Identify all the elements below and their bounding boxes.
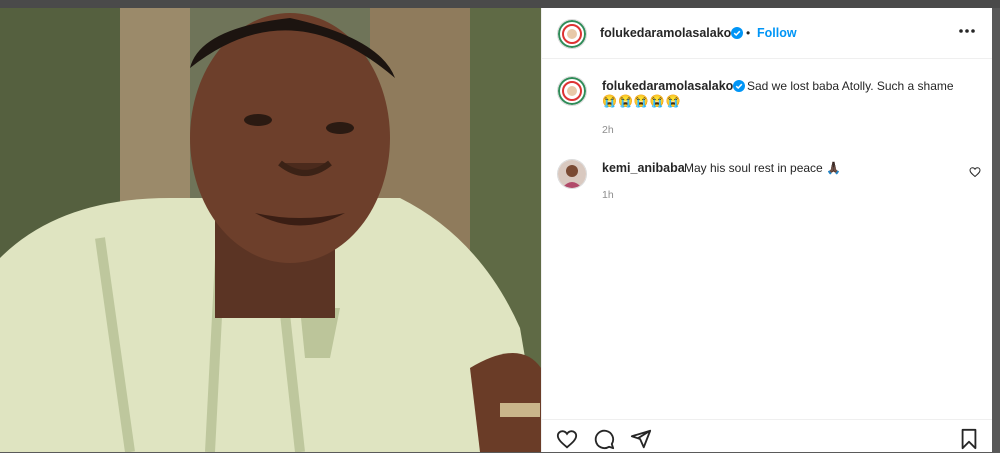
caption-username[interactable]: folukedaramolasalako [602, 79, 733, 93]
comment-username[interactable]: kemi_anibaba [602, 161, 685, 175]
post-image [0, 8, 541, 452]
heart-icon[interactable] [556, 428, 578, 450]
action-bar [542, 419, 993, 453]
backdrop-gutter [992, 8, 1000, 452]
backdrop [0, 0, 1000, 8]
verified-badge-icon [733, 80, 745, 92]
header-separator: • [746, 26, 751, 40]
post-photo[interactable] [0, 8, 541, 452]
comment-like-icon[interactable] [969, 166, 981, 178]
comment-icon[interactable] [593, 428, 615, 450]
comment-text: May his soul rest in peace 🙏🏿 [684, 161, 842, 175]
caption-avatar[interactable] [557, 76, 587, 106]
comment-time[interactable]: 1h [602, 189, 614, 201]
post-panel: folukedaramolasalako • Follow folukedara… [541, 8, 993, 452]
commenter-avatar[interactable] [557, 159, 587, 189]
bookmark-icon[interactable] [958, 428, 980, 450]
caption-avatar-image [558, 77, 586, 105]
author-username[interactable]: folukedaramolasalako [600, 26, 731, 40]
more-options-icon[interactable] [957, 24, 977, 38]
post-header: folukedaramolasalako • Follow [542, 8, 993, 59]
follow-button[interactable]: Follow [757, 26, 797, 40]
commenter-avatar-image [558, 160, 586, 188]
verified-badge-icon [731, 27, 743, 39]
author-avatar[interactable] [557, 19, 587, 49]
caption-time[interactable]: 2h [602, 124, 614, 136]
share-icon[interactable] [630, 428, 652, 450]
caption-text: Sad we lost baba Atolly. Such a shame [747, 79, 954, 93]
author-avatar-image [558, 20, 586, 48]
caption-emojis: 😭😭😭😭😭 [602, 94, 682, 108]
